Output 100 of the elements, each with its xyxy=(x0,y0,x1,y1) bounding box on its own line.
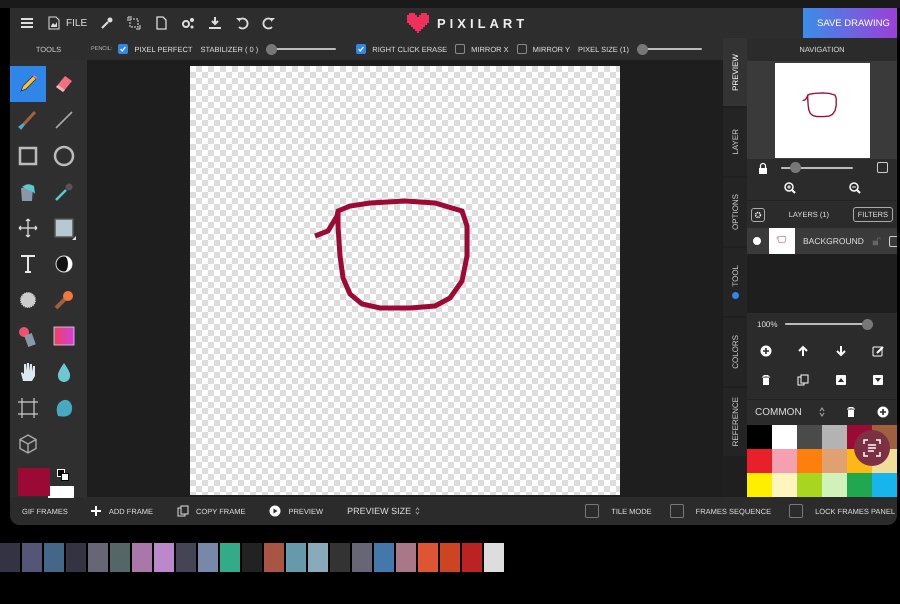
side-tab[interactable]: OPTIONS xyxy=(723,178,747,246)
secondary-color-swatch[interactable] xyxy=(48,486,74,498)
zoom-in-icon[interactable] xyxy=(784,182,796,194)
zoom-out-icon[interactable] xyxy=(848,182,860,194)
slider[interactable] xyxy=(781,162,853,174)
window-thumbnail[interactable] xyxy=(176,543,196,572)
color-swatch[interactable] xyxy=(772,449,797,474)
swap-colors-icon[interactable] xyxy=(57,469,69,481)
document-icon[interactable] xyxy=(154,16,168,30)
slider-thumb[interactable] xyxy=(790,162,802,174)
window-thumbnail[interactable] xyxy=(330,543,350,572)
checkbox[interactable] xyxy=(118,44,128,54)
window-thumbnail[interactable] xyxy=(242,543,262,572)
merge-up-icon[interactable] xyxy=(834,374,847,386)
window-thumbnail[interactable] xyxy=(154,543,174,572)
slider[interactable] xyxy=(785,318,874,330)
window-thumbnail[interactable] xyxy=(462,543,482,572)
checkbox[interactable] xyxy=(356,44,366,54)
window-thumbnail[interactable] xyxy=(44,543,64,572)
color-swatch[interactable] xyxy=(847,473,872,497)
layer-thumbnail xyxy=(769,228,795,254)
window-thumbnail[interactable] xyxy=(418,543,438,572)
window-thumbnail[interactable] xyxy=(0,543,20,572)
color-swatch[interactable] xyxy=(822,449,847,474)
stamp-icon xyxy=(52,288,76,312)
eyedropper-icon[interactable] xyxy=(100,16,114,30)
crop-icon xyxy=(16,396,40,420)
edit-icon[interactable] xyxy=(872,344,884,357)
layer-name: BACKGROUND xyxy=(803,236,864,246)
checkbox[interactable] xyxy=(789,504,804,518)
download-icon[interactable] xyxy=(208,16,222,30)
side-tab[interactable]: PREVIEW xyxy=(723,38,747,106)
window-thumbnail[interactable] xyxy=(440,543,460,572)
palette-name[interactable]: COMMON xyxy=(755,406,809,418)
window-thumbnail[interactable] xyxy=(132,543,152,572)
checkbox[interactable] xyxy=(516,44,527,54)
arrow-up-icon[interactable] xyxy=(797,344,810,357)
arrow-down-icon[interactable] xyxy=(834,344,847,357)
window-thumbnail[interactable] xyxy=(220,543,240,572)
window-thumbnail[interactable] xyxy=(264,543,284,572)
settings-icon[interactable] xyxy=(181,16,196,30)
redo-icon[interactable] xyxy=(262,16,276,30)
visibility-toggle[interactable] xyxy=(753,237,761,246)
checkbox[interactable] xyxy=(585,504,600,518)
window-thumbnail[interactable] xyxy=(66,543,86,572)
slider-thumb[interactable] xyxy=(637,44,648,54)
slider[interactable] xyxy=(266,44,336,54)
window-thumbnail[interactable] xyxy=(198,543,218,572)
resize-icon[interactable] xyxy=(127,16,142,30)
window-thumbnail[interactable] xyxy=(484,543,504,572)
slider-thumb[interactable] xyxy=(862,318,874,330)
file-menu[interactable]: FILE xyxy=(47,16,88,30)
side-tab[interactable]: LAYER xyxy=(723,108,747,176)
save-drawing-button[interactable]: SAVE DRAWING xyxy=(803,8,897,38)
slider-thumb[interactable] xyxy=(266,44,278,54)
lock-icon[interactable] xyxy=(757,162,769,174)
navigation-preview[interactable] xyxy=(774,62,870,158)
color-swatch[interactable] xyxy=(772,425,797,450)
preview-size-dropdown[interactable]: PREVIEW SIZE xyxy=(347,506,420,516)
color-swatch[interactable] xyxy=(772,473,797,497)
layer-settings-button[interactable] xyxy=(751,208,765,222)
window-thumbnail[interactable] xyxy=(22,543,42,572)
checkbox[interactable] xyxy=(670,504,684,518)
window-thumbnail[interactable] xyxy=(352,543,372,572)
checkbox[interactable] xyxy=(455,44,466,54)
fit-checkbox[interactable] xyxy=(877,162,888,174)
window-thumbnail[interactable] xyxy=(396,543,416,572)
window-thumbnail[interactable] xyxy=(110,543,130,572)
slider[interactable] xyxy=(637,44,702,54)
window-thumbnail[interactable] xyxy=(374,543,394,572)
layer-checkbox[interactable] xyxy=(888,236,897,247)
layer-row[interactable]: BACKGROUND xyxy=(747,228,897,254)
window-thumbnail[interactable] xyxy=(88,543,108,572)
delete-icon[interactable] xyxy=(845,406,857,418)
menu-icon[interactable] xyxy=(20,16,34,30)
color-swatch[interactable] xyxy=(747,449,772,474)
color-swatch[interactable] xyxy=(872,473,897,497)
duplicate-icon[interactable] xyxy=(797,374,810,386)
merge-down-icon[interactable] xyxy=(872,374,884,386)
color-swatch[interactable] xyxy=(747,425,772,450)
undo-icon[interactable] xyxy=(235,16,250,30)
add-color-icon[interactable] xyxy=(877,406,889,418)
color-swatch[interactable] xyxy=(797,425,822,450)
plus-icon xyxy=(90,505,102,517)
sort-caret-icon[interactable] xyxy=(819,407,825,418)
delete-icon[interactable] xyxy=(760,374,772,386)
color-swatch[interactable] xyxy=(822,473,847,497)
side-tab[interactable]: TOOL xyxy=(723,248,747,316)
side-tab[interactable]: COLORS xyxy=(723,318,747,386)
color-swatch[interactable] xyxy=(797,473,822,497)
add-layer-icon[interactable] xyxy=(760,344,772,357)
color-swatch[interactable] xyxy=(797,449,822,474)
color-swatch[interactable] xyxy=(747,473,772,497)
side-tab[interactable]: REFERENCE xyxy=(723,388,747,456)
window-thumbnail[interactable] xyxy=(308,543,328,572)
primary-color-swatch[interactable] xyxy=(18,468,50,496)
pencil-tool[interactable] xyxy=(10,66,46,102)
color-swatch[interactable] xyxy=(822,425,847,450)
window-thumbnail[interactable] xyxy=(286,543,306,572)
preview-drawing xyxy=(802,92,836,117)
